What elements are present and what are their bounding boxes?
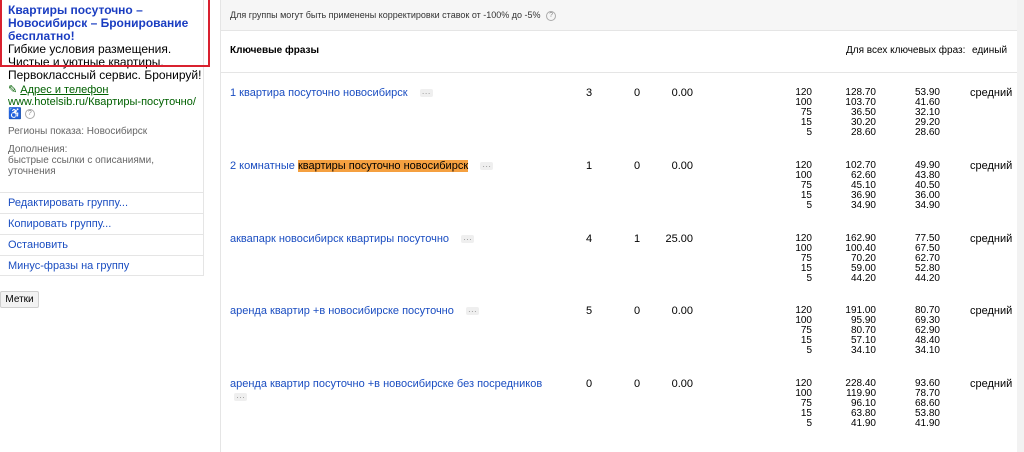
ad-addons-text: быстрые ссылки с описаниями, уточнения [8, 155, 155, 177]
contacts-link[interactable]: Адрес и телефон [20, 84, 108, 96]
keyword-phrase[interactable]: 2 комнатные квартиры посуточно новосибир… [230, 160, 560, 173]
cell-position: 0 [585, 378, 593, 390]
ad-url[interactable]: www.hotelsib.ru/Квартиры-посуточно/ ♿ ? [8, 96, 202, 120]
more-icon[interactable]: ··· [465, 307, 479, 316]
priority-level[interactable]: средний [970, 87, 1012, 100]
priority-level[interactable]: средний [970, 160, 1012, 173]
bid-prices: 102.70 62.60 45.10 36.90 34.90 [845, 160, 876, 211]
copy-group-link[interactable]: Копировать группу... [0, 213, 204, 234]
bid-mode-select[interactable]: единый [972, 45, 1007, 56]
bid-prices: 162.90 100.40 70.20 59.00 44.20 [845, 233, 876, 284]
cell-clicks: 1 [633, 233, 641, 245]
bid-adjustment-notice: Для группы могут быть применены корректи… [221, 0, 1024, 31]
cell-ctr: 0.00 [671, 378, 693, 390]
keyword-phrase[interactable]: аренда квартир посуточно +в новосибирске… [230, 378, 560, 404]
ad-regions: Регионы показа: Новосибирск [8, 126, 148, 137]
help-icon[interactable]: ? [546, 10, 557, 21]
help-icon[interactable]: ? [24, 109, 35, 120]
spend-prices: 93.60 78.70 68.60 53.80 41.90 [914, 378, 940, 429]
priority-level[interactable]: средний [970, 378, 1012, 391]
traffic-volumes: 120 100 75 15 5 [795, 233, 812, 284]
ad-addons-label: Дополнения: [8, 144, 68, 155]
keyword-highlight: квартиры посуточно новосибирск [297, 160, 469, 172]
ad-url-text[interactable]: www.hotelsib.ru/Квартиры-посуточно/ [8, 96, 196, 108]
ad-group-sidebar: Квартиры посуточно – Новосибирск – Брони… [0, 0, 210, 452]
traffic-volumes: 120 100 75 15 5 [795, 378, 812, 429]
spend-prices: 49.90 43.80 40.50 36.00 34.90 [914, 160, 940, 211]
priority-level[interactable]: средний [970, 305, 1012, 318]
bid-prices: 191.00 95.90 80.70 57.10 34.10 [845, 305, 876, 356]
edit-group-link[interactable]: Редактировать группу... [0, 192, 204, 213]
tags-button[interactable]: Метки [0, 291, 39, 308]
page-scrollbar[interactable] [1017, 0, 1024, 452]
group-actions: Редактировать группу... Копировать групп… [0, 192, 204, 276]
cell-ctr: 0.00 [671, 305, 693, 317]
spend-prices: 53.90 41.60 32.10 29.20 28.60 [914, 87, 940, 138]
ad-text: Гибкие условия размещения. Чистые и уютн… [8, 42, 202, 82]
cell-ctr: 0.00 [671, 160, 693, 172]
ad-contacts[interactable]: ✎ Адрес и телефон [8, 84, 108, 96]
ad-title[interactable]: Квартиры посуточно – Новосибирск – Брони… [8, 4, 202, 43]
priority-level[interactable]: средний [970, 233, 1012, 246]
negative-keywords-link[interactable]: Минус-фразы на группу [0, 255, 204, 276]
cell-clicks: 0 [633, 305, 641, 317]
cell-clicks: 0 [633, 87, 641, 99]
traffic-volumes: 120 100 75 15 5 [795, 160, 812, 211]
keywords-header: Ключевые фразы [230, 45, 320, 56]
keyword-phrase[interactable]: аквапарк новосибирск квартиры посуточно ·… [230, 233, 560, 246]
cell-position: 4 [585, 233, 593, 245]
spend-prices: 80.70 69.30 62.90 48.40 34.10 [914, 305, 940, 356]
more-icon[interactable]: ··· [461, 235, 475, 244]
table-row: аренда квартир +в новосибирске посуточно… [221, 305, 1024, 379]
all-keywords-label: Для всех ключевых фраз: [846, 45, 966, 56]
table-row: аренда квартир посуточно +в новосибирске… [221, 378, 1024, 452]
keyword-phrase[interactable]: 1 квартира посуточно новосибирск ··· [230, 87, 560, 100]
stop-group-link[interactable]: Остановить [0, 234, 204, 255]
spend-prices: 77.50 67.50 62.70 52.80 44.20 [914, 233, 940, 284]
cell-ctr: 0.00 [671, 87, 693, 99]
bid-prices: 228.40 119.90 96.10 63.80 41.90 [845, 378, 876, 429]
cell-position: 3 [585, 87, 593, 99]
cell-position: 5 [585, 305, 593, 317]
table-row: 1 квартира посуточно новосибирск ··· 3 0 … [221, 87, 1024, 161]
table-row: аквапарк новосибирск квартиры посуточно ·… [221, 233, 1024, 307]
more-icon[interactable]: ··· [419, 89, 433, 98]
table-header: Ключевые фразы Для всех ключевых фраз: е… [221, 31, 1024, 73]
table-row: 2 комнатные квартиры посуточно новосибир… [221, 160, 1024, 234]
cell-ctr: 25.00 [665, 233, 693, 245]
ad-preview-card: Квартиры посуточно – Новосибирск – Брони… [0, 0, 204, 196]
cell-position: 1 [585, 160, 593, 172]
more-icon[interactable]: ··· [234, 393, 247, 402]
notice-text: Для группы могут быть применены корректи… [230, 10, 541, 20]
traffic-volumes: 120 100 75 15 5 [795, 305, 812, 356]
more-icon[interactable]: ··· [480, 162, 494, 171]
bid-prices: 128.70 103.70 36.50 30.20 28.60 [845, 87, 876, 138]
pencil-icon: ✎ [8, 84, 18, 96]
keyword-phrase[interactable]: аренда квартир +в новосибирске посуточно… [230, 305, 560, 318]
traffic-volumes: 120 100 75 15 5 [795, 87, 812, 138]
cell-clicks: 0 [633, 160, 641, 172]
cell-clicks: 0 [633, 378, 641, 390]
accessibility-icon: ♿ [8, 108, 22, 120]
keywords-table: Для группы могут быть применены корректи… [220, 0, 1024, 452]
